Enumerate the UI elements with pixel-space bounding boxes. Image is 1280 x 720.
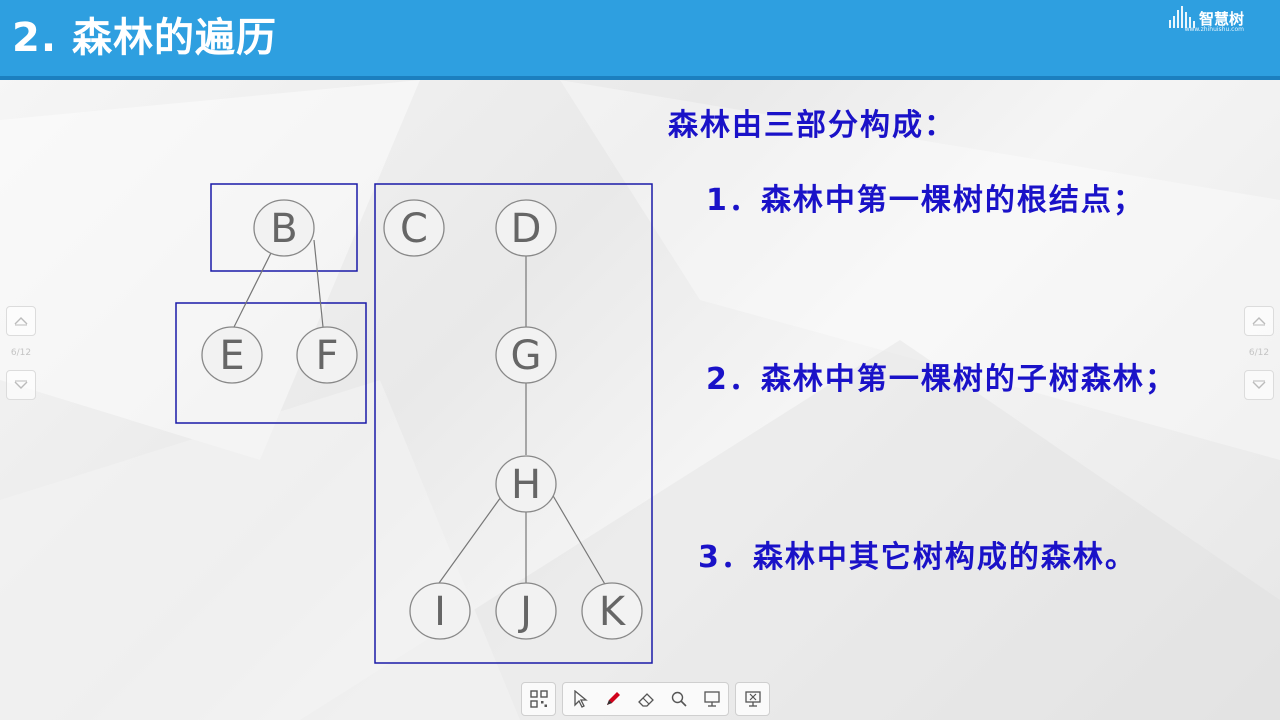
- tree-node-F: F: [296, 326, 358, 384]
- tree-node-H: H: [495, 455, 557, 513]
- content-item-1: 1．森林中第一棵树的根结点；: [706, 183, 1145, 218]
- page-indicator-right: 6/12: [1248, 348, 1270, 358]
- next-slide-button-right[interactable]: [1244, 370, 1274, 400]
- qr-code-button[interactable]: [522, 683, 555, 715]
- edge-H-I: [433, 489, 507, 591]
- screen-icon: [703, 691, 720, 707]
- pointer-button[interactable]: [563, 683, 596, 715]
- node-label: I: [434, 589, 446, 635]
- pen-button[interactable]: [596, 683, 629, 715]
- zoom-button[interactable]: [662, 683, 695, 715]
- node-label: F: [315, 333, 338, 379]
- pen-icon: [606, 692, 620, 705]
- eraser-icon: [637, 693, 654, 707]
- node-label: H: [511, 462, 541, 508]
- node-label: D: [511, 206, 542, 252]
- right-slide-nav: 6/12: [1244, 306, 1274, 400]
- chevron-up-icon: [1252, 317, 1266, 326]
- tree-edges: [233, 239, 607, 591]
- exit-presentation-icon: [744, 691, 761, 707]
- screen-button[interactable]: [695, 683, 728, 715]
- next-slide-button[interactable]: [6, 370, 36, 400]
- toolbar-group-exit: [735, 682, 770, 716]
- toolbar-group-tools: [562, 682, 729, 716]
- node-label: B: [270, 206, 297, 252]
- edge-B-F: [313, 239, 324, 328]
- node-label: C: [400, 206, 428, 252]
- node-label: J: [517, 589, 532, 635]
- node-label: E: [219, 333, 244, 379]
- toolbar-group-qr: [521, 682, 556, 716]
- node-label: G: [511, 333, 542, 379]
- eraser-button[interactable]: [629, 683, 662, 715]
- page-indicator: 6/12: [10, 348, 32, 358]
- tree-node-D: D: [495, 199, 557, 257]
- presentation-toolbar: [521, 682, 770, 716]
- tree-node-I: I: [409, 582, 471, 640]
- edge-H-K: [551, 493, 607, 587]
- tree-node-E: E: [201, 326, 263, 384]
- chevron-down-icon: [14, 380, 28, 389]
- qr-code-icon: [529, 690, 548, 708]
- tree-node-G: G: [495, 326, 557, 384]
- exit-presentation-button[interactable]: [736, 683, 769, 715]
- tree-node-B: B: [253, 199, 315, 257]
- chevron-up-icon: [14, 317, 28, 326]
- pointer-icon: [573, 690, 588, 708]
- tree-node-K: K: [581, 582, 643, 640]
- prev-slide-button[interactable]: [6, 306, 36, 336]
- content-heading: 森林由三部分构成：: [668, 108, 956, 143]
- edge-B-E: [233, 250, 273, 328]
- tree-node-C: C: [383, 199, 445, 257]
- left-slide-nav: 6/12: [6, 306, 36, 400]
- content-item-3: 3．森林中其它树构成的森林。: [698, 540, 1137, 575]
- chevron-down-icon: [1252, 380, 1266, 389]
- content-item-2: 2．森林中第一棵树的子树森林；: [706, 362, 1177, 397]
- node-label: K: [599, 589, 627, 635]
- tree-node-J: J: [495, 582, 557, 640]
- prev-slide-button-right[interactable]: [1244, 306, 1274, 336]
- zoom-icon: [671, 691, 687, 707]
